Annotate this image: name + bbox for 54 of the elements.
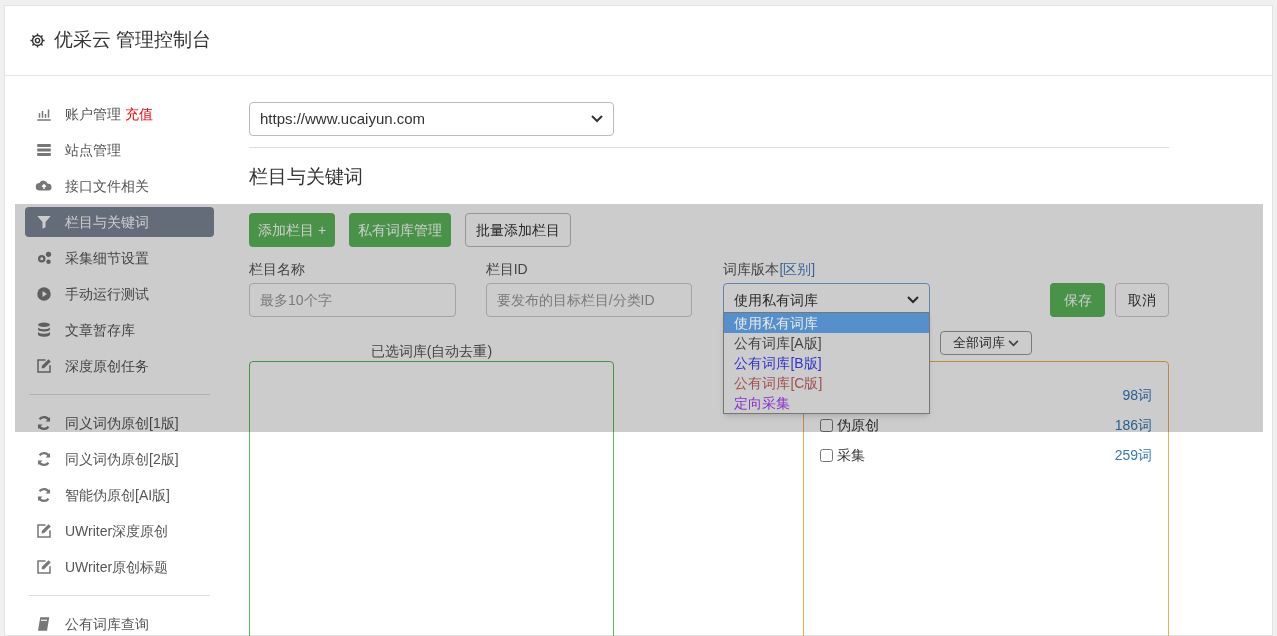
dropdown-option[interactable]: 定向采集 <box>724 393 930 413</box>
console-title: 优采云 管理控制台 <box>54 28 212 53</box>
sidebar-item[interactable]: 公有词库查询 <box>25 609 214 636</box>
sidebar-item[interactable]: UWriter深度原创 <box>25 516 214 546</box>
library-name: 伪原创 <box>837 415 879 435</box>
sidebar-item[interactable]: 同义词伪原创[2版] <box>25 444 214 474</box>
toolbar-button[interactable]: 批量添加栏目 <box>465 213 572 247</box>
field-label: 栏目名称 <box>249 260 306 279</box>
library-name: 采集 <box>837 445 865 465</box>
checkbox[interactable] <box>820 418 833 432</box>
field-label: 词库版本 <box>723 260 780 279</box>
sidebar-item[interactable]: 采集细节设置 <box>25 243 214 273</box>
panel-title: 已选词库(自动去重) <box>370 342 493 361</box>
server-icon <box>35 141 53 159</box>
sidebar-item[interactable]: 文章暂存库 <box>25 315 214 345</box>
sidebar-item[interactable]: 接口文件相关 <box>25 171 214 201</box>
dropdown-option[interactable]: 公有词库[B版] <box>724 353 930 373</box>
sidebar-item-background[interactable]: 账户管理 充值 <box>25 99 214 129</box>
input-field[interactable]: 最多10个字 <box>249 283 456 317</box>
site-select[interactable]: https://www.ucaiyun.com <box>249 102 614 136</box>
sidebar-item[interactable]: 智能伪原创[AI版] <box>25 480 214 510</box>
difference-link[interactable]: [区别] <box>779 259 816 280</box>
field-label: 栏目ID <box>485 260 529 279</box>
refresh-icon <box>35 486 53 504</box>
settings-icon <box>29 32 46 49</box>
checkbox[interactable] <box>820 448 833 462</box>
database-icon <box>35 321 53 339</box>
filter-icon <box>35 213 53 231</box>
chevron-icon <box>907 296 920 304</box>
sidebar-item[interactable]: 栏目与关键词 <box>25 207 214 237</box>
play-icon <box>35 285 53 303</box>
input-field[interactable]: 要发布的目标栏目/分类ID <box>485 283 693 317</box>
recharge-link[interactable]: 充值 <box>125 103 153 125</box>
word-count: 259词 <box>1114 445 1152 465</box>
dropdown-option[interactable]: 公有词库[A版] <box>724 333 930 353</box>
dropdown-option[interactable]: 公有词库[C版] <box>724 373 930 393</box>
sidebar-label: 账户管理 <box>65 104 121 124</box>
sidebar-item[interactable]: 深度原创任务 <box>25 351 214 381</box>
edit-icon <box>35 522 53 540</box>
section-title: 栏目与关键词 <box>249 165 364 189</box>
sidebar-item[interactable]: 手动运行测试 <box>25 279 214 309</box>
edit-icon <box>35 357 53 375</box>
sidebar-item[interactable]: 站点管理 <box>25 135 214 165</box>
sidebar-item[interactable]: 同义词伪原创[1版] <box>25 408 214 438</box>
refresh-icon <box>35 414 53 432</box>
word-count: 98词 <box>1122 385 1152 405</box>
chevron-icon <box>591 115 603 123</box>
library-filter-select[interactable]: 全部词库 <box>940 331 1032 355</box>
cancel-button[interactable]: 取消 <box>1115 283 1169 317</box>
chevron-icon <box>1008 339 1019 347</box>
refresh-icon <box>35 450 53 468</box>
sidebar-item[interactable]: UWriter原创标题 <box>25 552 214 582</box>
edit-icon <box>35 558 53 576</box>
word-count: 186词 <box>1114 415 1152 435</box>
